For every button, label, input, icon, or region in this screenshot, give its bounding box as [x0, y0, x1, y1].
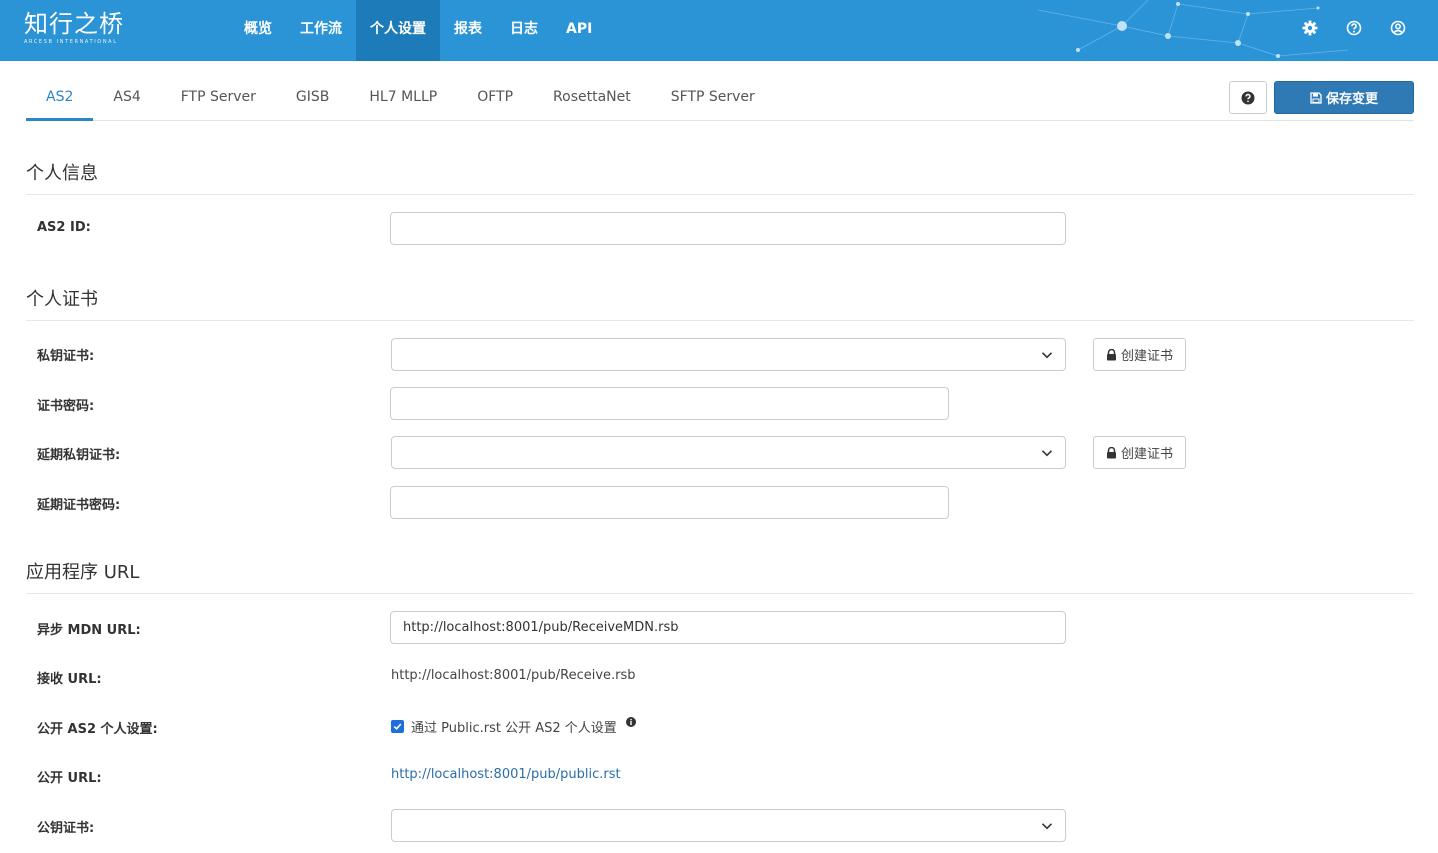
help-circle-icon[interactable] — [1344, 18, 1364, 38]
receive-url-label: 接收 URL: — [37, 672, 102, 687]
cert-password-input[interactable] — [390, 387, 949, 420]
tab-as2[interactable]: AS2 — [26, 80, 94, 121]
deferred-cert-password-label: 延期证书密码: — [37, 498, 121, 513]
receive-url-value: http://localhost:8001/pub/Receive.rsb — [391, 668, 636, 683]
public-url-label: 公开 URL: — [37, 771, 102, 786]
create-cert-button[interactable]: 创建证书 — [1093, 338, 1186, 371]
section-title-app-url: 应用程序 URL — [26, 558, 1414, 594]
section-title-personal-cert: 个人证书 — [26, 285, 1414, 321]
tab-rosettanet[interactable]: RosettaNet — [533, 80, 651, 121]
nav-item-api[interactable]: API — [552, 0, 606, 61]
save-changes-label: 保存变更 — [1325, 92, 1378, 107]
public-profile-option: 通过 Public.rst 公开 AS2 个人设置 — [391, 716, 636, 736]
tab-sftp-server[interactable]: SFTP Server — [651, 80, 775, 121]
public-cert-label: 公钥证书: — [37, 821, 95, 836]
public-url-link[interactable]: http://localhost:8001/pub/public.rst — [391, 767, 621, 782]
tab-as4[interactable]: AS4 — [93, 80, 160, 121]
gear-icon[interactable] — [1300, 18, 1320, 38]
deferred-private-cert-select[interactable] — [391, 436, 1066, 469]
public-profile-label: 公开 AS2 个人设置: — [37, 722, 158, 737]
deferred-private-cert-label: 延期私钥证书: — [37, 448, 121, 463]
tab-gisb[interactable]: GISB — [276, 80, 349, 121]
cert-password-label: 证书密码: — [37, 399, 95, 414]
public-cert-select[interactable] — [391, 809, 1066, 842]
nav-item-logs[interactable]: 日志 — [496, 0, 552, 61]
help-button[interactable] — [1229, 81, 1267, 114]
question-circle-icon — [1241, 91, 1255, 104]
protocol-tab-bar: AS2 AS4 FTP Server GISB HL7 MLLP OFTP Ro… — [26, 80, 1414, 121]
info-icon[interactable] — [625, 716, 636, 727]
public-profile-checkbox-label[interactable]: 通过 Public.rst 公开 AS2 个人设置 — [411, 717, 617, 736]
as2-id-label: AS2 ID: — [37, 220, 91, 235]
lock-icon — [1107, 446, 1116, 458]
private-cert-select[interactable] — [391, 338, 1066, 371]
nav-item-overview[interactable]: 概览 — [230, 0, 286, 61]
chevron-down-icon — [1041, 352, 1053, 359]
deferred-cert-password-input[interactable] — [390, 486, 949, 519]
checkmark-icon — [393, 723, 402, 730]
tab-oftp[interactable]: OFTP — [457, 80, 533, 121]
save-changes-button[interactable]: 保存变更 — [1274, 81, 1414, 114]
user-circle-icon[interactable] — [1388, 18, 1408, 38]
tab-ftp-server[interactable]: FTP Server — [161, 80, 276, 121]
tab-hl7-mllp[interactable]: HL7 MLLP — [349, 80, 457, 121]
tab-list: AS2 AS4 FTP Server GISB HL7 MLLP OFTP Ro… — [26, 80, 1414, 121]
public-profile-checkbox[interactable] — [391, 720, 404, 733]
app-logo[interactable]: 知行之桥 ARCESB INTERNATIONAL — [24, 10, 124, 46]
main-nav: 概览 工作流 个人设置 报表 日志 API — [230, 0, 606, 61]
page-toolbar: 保存变更 — [1229, 81, 1414, 114]
section-title-personal-info: 个人信息 — [26, 159, 1414, 195]
logo-text: 知行之桥 — [24, 10, 124, 38]
chevron-down-icon — [1041, 823, 1053, 830]
floppy-disk-icon — [1310, 91, 1322, 104]
create-deferred-cert-button[interactable]: 创建证书 — [1093, 436, 1186, 469]
nav-icon-group — [1300, 18, 1408, 38]
private-cert-label: 私钥证书: — [37, 349, 95, 364]
nav-item-reports[interactable]: 报表 — [440, 0, 496, 61]
logo-subtext: ARCESB INTERNATIONAL — [24, 39, 118, 45]
nav-item-profile[interactable]: 个人设置 — [356, 0, 440, 61]
async-mdn-url-label: 异步 MDN URL: — [37, 623, 141, 638]
top-navbar: 知行之桥 ARCESB INTERNATIONAL 概览 工作流 个人设置 报表… — [0, 0, 1438, 61]
create-cert-label: 创建证书 — [1121, 349, 1174, 364]
lock-icon — [1107, 348, 1116, 360]
as2-id-input[interactable] — [390, 212, 1066, 245]
chevron-down-icon — [1041, 450, 1053, 457]
create-cert-label: 创建证书 — [1121, 447, 1174, 462]
nav-item-workflow[interactable]: 工作流 — [286, 0, 356, 61]
async-mdn-url-input[interactable] — [390, 611, 1066, 644]
